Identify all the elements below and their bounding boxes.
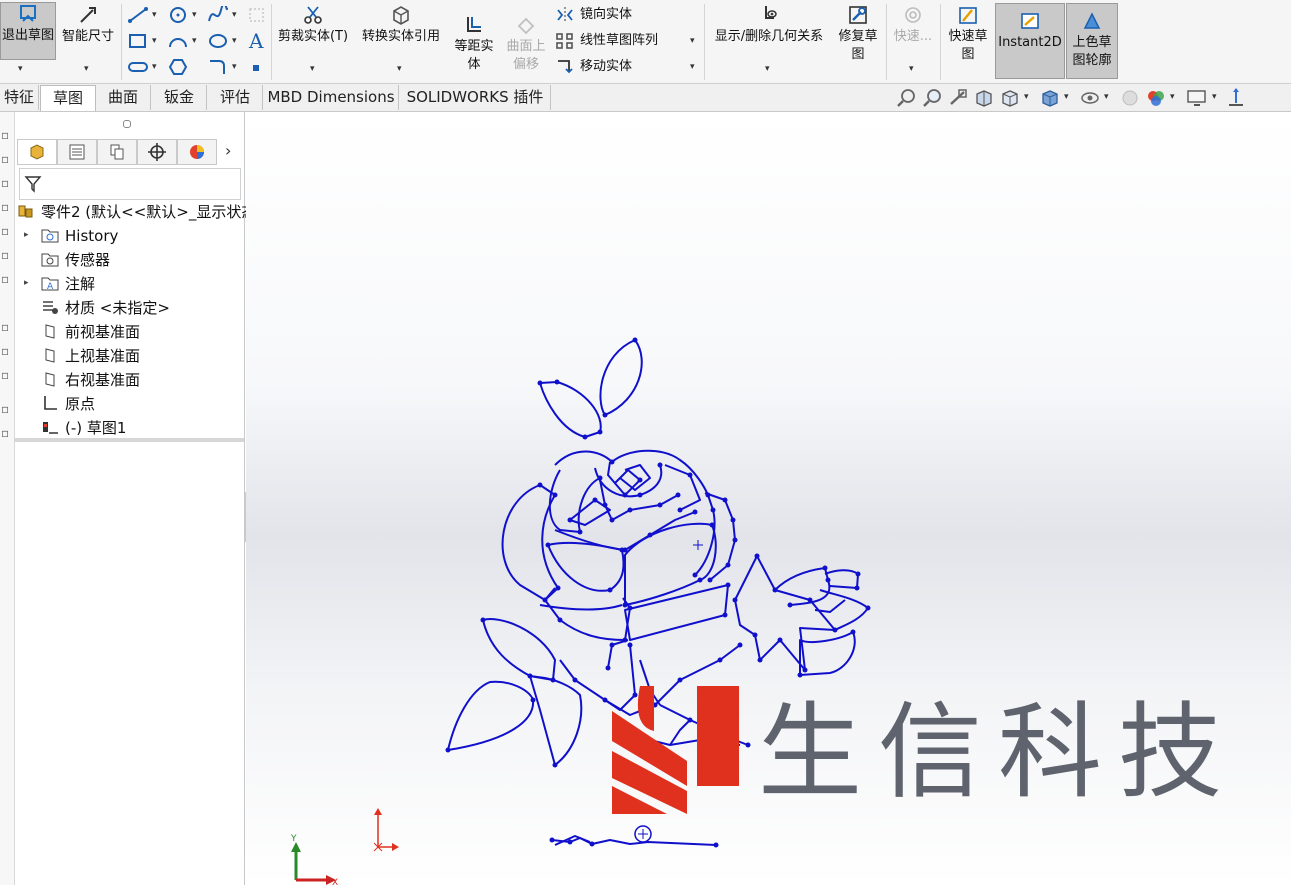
company-logo bbox=[612, 686, 739, 814]
cursor-cross-icon bbox=[693, 540, 703, 550]
sketch-origin-icon bbox=[373, 808, 399, 852]
company-watermark-text: 生信科技 bbox=[758, 691, 1239, 813]
reference-triad-icon: Y X bbox=[290, 834, 338, 885]
svg-text:X: X bbox=[332, 878, 338, 885]
crosshair-icon bbox=[638, 829, 648, 839]
